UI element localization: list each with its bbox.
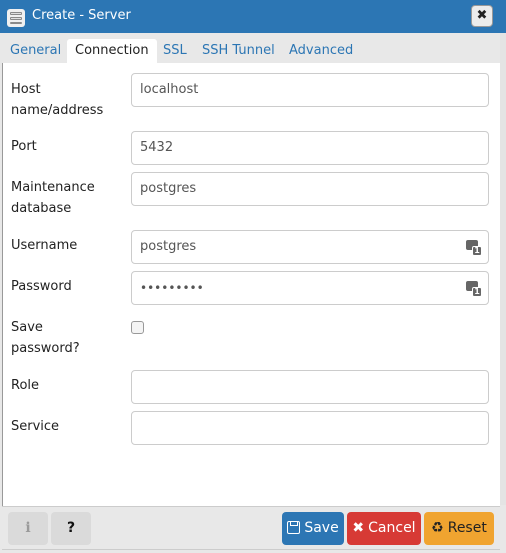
host-label: Host name/address: [11, 82, 104, 118]
help-icon: ?: [66, 520, 76, 536]
save-password-label: Save password?: [11, 320, 80, 356]
tab-connection[interactable]: Connection: [67, 39, 157, 63]
cancel-button[interactable]: ✖ Cancel: [347, 512, 421, 545]
maintenance-db-label: Maintenance database: [11, 180, 95, 216]
dialog-titlebar[interactable]: Create - Server ✖: [0, 0, 506, 33]
save-icon: [287, 521, 301, 534]
dialog-footer: i ? Save ✖ Cancel ♻ Reset: [2, 506, 500, 553]
port-value: 5432: [140, 140, 174, 155]
tab-bar: General Connection SSL SSH Tunnel Advanc…: [0, 33, 500, 63]
username-input[interactable]: postgres 1: [131, 230, 489, 264]
username-label: Username: [11, 238, 78, 253]
help-button[interactable]: ?: [51, 512, 91, 545]
password-label: Password: [11, 279, 72, 294]
maintenance-db-input[interactable]: postgres: [131, 172, 489, 206]
tab-advanced[interactable]: Advanced: [289, 39, 353, 63]
close-button[interactable]: ✖: [471, 5, 493, 27]
tab-general[interactable]: General: [10, 39, 61, 63]
maintenance-db-value: postgres: [140, 181, 197, 196]
save-label: Save: [304, 520, 339, 536]
keyboard-icon: 1: [466, 240, 482, 256]
close-icon: ✖: [476, 8, 488, 23]
footer-divider: [2, 549, 500, 550]
info-icon: i: [25, 520, 31, 536]
port-input[interactable]: 5432: [131, 131, 489, 165]
scrollbar[interactable]: [500, 33, 506, 505]
password-value: •••••••••: [140, 281, 204, 295]
save-button[interactable]: Save: [282, 512, 344, 545]
info-button[interactable]: i: [8, 512, 48, 545]
tab-ssl[interactable]: SSL: [163, 39, 187, 63]
service-input[interactable]: [131, 411, 489, 445]
role-label: Role: [11, 378, 40, 393]
password-input[interactable]: ••••••••• 1: [131, 271, 489, 305]
port-label: Port: [11, 139, 37, 154]
cancel-icon: ✖: [352, 520, 365, 536]
service-label: Service: [11, 419, 60, 434]
reset-button[interactable]: ♻ Reset: [424, 512, 494, 545]
cancel-label: Cancel: [368, 520, 416, 536]
keyboard-icon: 1: [466, 281, 482, 297]
tab-ssh-tunnel[interactable]: SSH Tunnel: [202, 39, 275, 63]
host-value: localhost: [140, 82, 199, 97]
recycle-icon: ♻: [431, 520, 444, 536]
reset-label: Reset: [447, 520, 487, 536]
dialog-title: Create - Server: [32, 8, 131, 23]
role-input[interactable]: [131, 370, 489, 404]
host-input[interactable]: localhost: [131, 73, 489, 107]
username-value: postgres: [140, 239, 197, 254]
save-password-checkbox[interactable]: [131, 321, 144, 334]
create-server-dialog: Create - Server ✖ General Connection SSL…: [0, 0, 506, 553]
server-icon: [7, 9, 25, 27]
